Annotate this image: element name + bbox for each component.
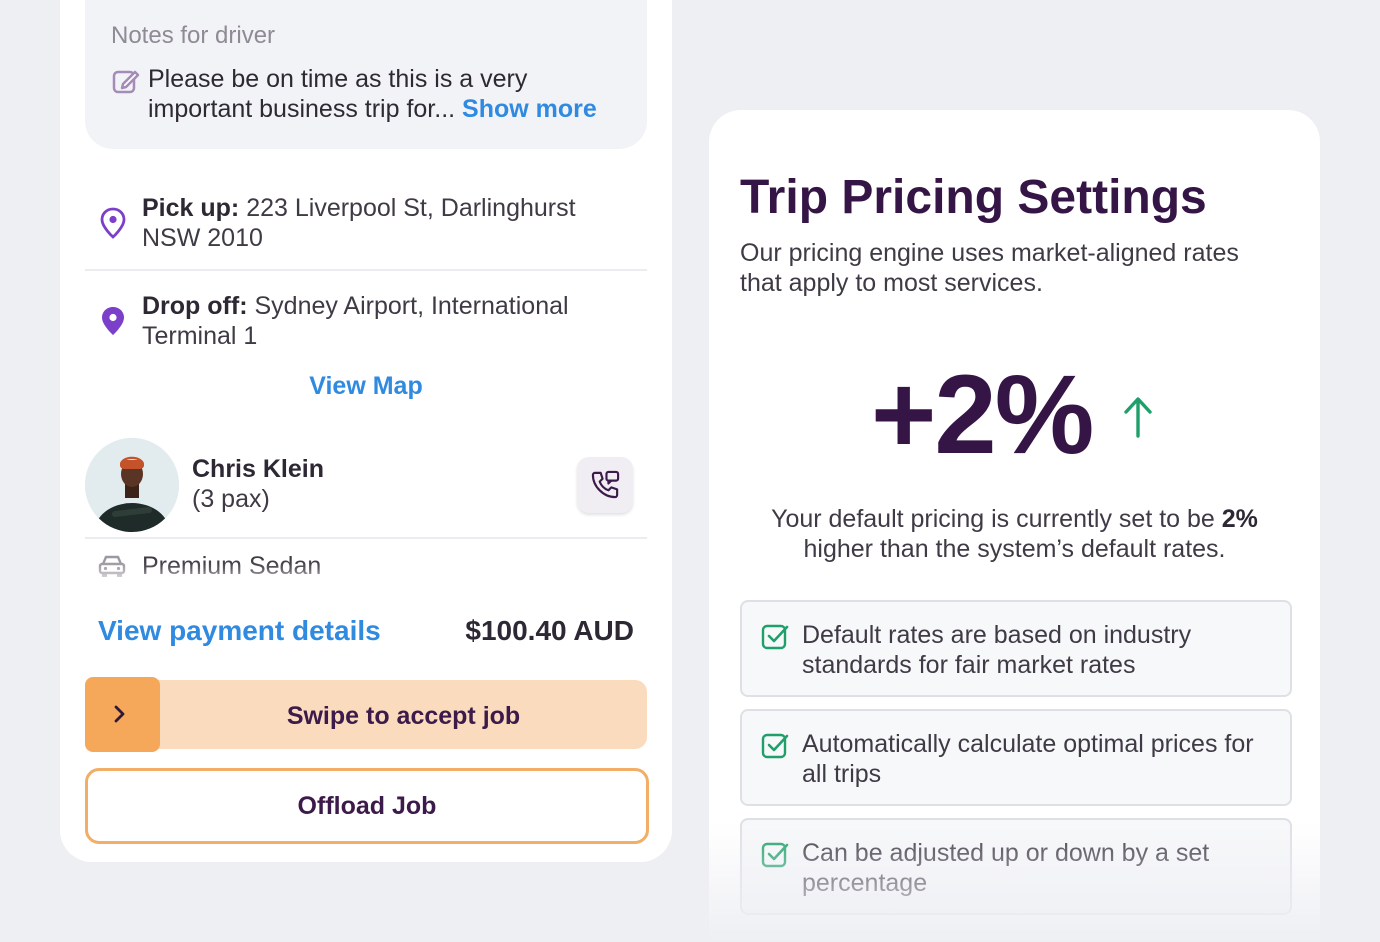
divider bbox=[85, 537, 647, 539]
pickup-address: Pick up: 223 Liverpool St, Darlinghurst … bbox=[142, 193, 622, 253]
job-card: Notes for driver Please be on time as th… bbox=[60, 0, 672, 862]
contact-pax: (3 pax) bbox=[192, 485, 270, 513]
checkbox-checked-icon bbox=[761, 624, 789, 650]
checkbox-checked-icon bbox=[761, 733, 789, 759]
view-map-link[interactable]: View Map bbox=[309, 372, 422, 400]
divider bbox=[85, 269, 647, 271]
payment-section: View payment details $100.40 AUD Swipe t… bbox=[60, 585, 672, 862]
pricing-adjustment-value: +2% bbox=[871, 352, 1094, 477]
page-title: Trip Pricing Settings bbox=[740, 171, 1207, 224]
dropoff-label: Drop off: bbox=[142, 292, 248, 320]
driver-notes: Notes for driver Please be on time as th… bbox=[85, 0, 647, 149]
payment-amount: $100.40 AUD bbox=[465, 615, 634, 646]
feature-item: Default rates are based on industry stan… bbox=[740, 600, 1292, 697]
phone-call-icon bbox=[591, 470, 620, 499]
description-post: higher than the system’s default rates. bbox=[803, 535, 1226, 563]
feature-item: Automatically calculate optimal prices f… bbox=[740, 709, 1292, 806]
pricing-subtitle: Our pricing engine uses market-aligned r… bbox=[740, 239, 1239, 297]
pricing-description: Your default pricing is currently set to… bbox=[729, 504, 1300, 564]
call-button[interactable] bbox=[577, 457, 633, 513]
checkbox-checked-icon bbox=[761, 842, 789, 868]
chevron-right-icon bbox=[114, 705, 125, 723]
description-value: 2% bbox=[1221, 505, 1258, 533]
pickup-label: Pick up: bbox=[142, 194, 240, 222]
vehicle-type: Premium Sedan bbox=[142, 552, 322, 580]
view-payment-details-link[interactable]: View payment details bbox=[98, 615, 381, 647]
feature-item: Can be adjusted up or down by a set perc… bbox=[740, 818, 1292, 915]
notes-title: Notes for driver bbox=[111, 22, 276, 49]
location-pin-icon bbox=[100, 207, 126, 239]
avatar-photo bbox=[85, 438, 179, 532]
feature-text: Can be adjusted up or down by a set perc… bbox=[802, 839, 1210, 897]
swipe-to-accept-slider[interactable]: Swipe to accept job bbox=[85, 677, 647, 752]
show-more-link[interactable]: Show more bbox=[462, 95, 597, 123]
swipe-label: Swipe to accept job bbox=[286, 702, 521, 730]
avatar bbox=[85, 438, 179, 532]
dropoff-address: Drop off: Sydney Airport, International … bbox=[142, 291, 622, 351]
location-pin-icon bbox=[102, 307, 124, 335]
view-map-container: View Map bbox=[60, 372, 672, 401]
edit-note-icon bbox=[112, 70, 140, 94]
car-icon bbox=[98, 555, 126, 577]
notes-text: Please be on time as this is a very impo… bbox=[148, 64, 628, 124]
offload-job-button[interactable]: Offload Job bbox=[85, 768, 649, 844]
swipe-handle[interactable] bbox=[85, 677, 160, 752]
description-pre: Your default pricing is currently set to… bbox=[771, 505, 1215, 533]
arrow-up-icon bbox=[1124, 397, 1152, 438]
feature-text: Default rates are based on industry stan… bbox=[802, 621, 1192, 679]
pricing-settings-card: Trip Pricing Settings Our pricing engine… bbox=[709, 110, 1320, 942]
contact-name: Chris Klein bbox=[192, 455, 324, 483]
feature-text: Automatically calculate optimal prices f… bbox=[802, 730, 1254, 788]
